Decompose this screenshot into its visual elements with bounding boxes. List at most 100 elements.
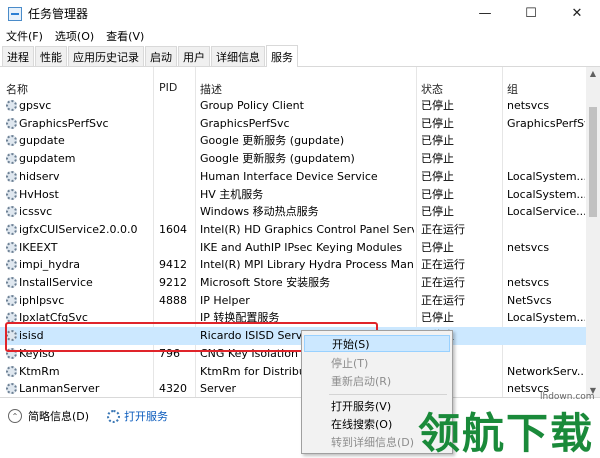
table-row[interactable]: KtmRm KtmRm for Distribute NetworkServ... bbox=[0, 363, 586, 381]
maximize-button[interactable]: ☐ bbox=[508, 0, 554, 27]
service-group: NetSvcs bbox=[507, 293, 552, 307]
service-group bbox=[507, 150, 585, 168]
service-description: Windows 移动热点服务 bbox=[200, 205, 319, 219]
service-name: IpxlatCfgSvc bbox=[19, 311, 88, 325]
tab-startup[interactable]: 启动 bbox=[145, 46, 177, 66]
tab-users[interactable]: 用户 bbox=[178, 46, 210, 66]
service-group: NetworkServ... bbox=[507, 364, 585, 378]
table-row[interactable]: igfxCUIService2.0.0.0 1604 Intel(R) HD Gra… bbox=[0, 221, 586, 239]
service-description: IP Helper bbox=[200, 293, 250, 307]
column-header-description[interactable]: 描述 bbox=[200, 81, 222, 97]
service-pid bbox=[159, 132, 193, 150]
service-description: IKE and AuthIP IPsec Keying Modules bbox=[200, 240, 403, 254]
service-group bbox=[507, 256, 585, 274]
service-description: Google 更新服务 (gupdatem) bbox=[200, 152, 355, 166]
service-status: 正在运行 bbox=[421, 276, 465, 289]
service-name: InstallService bbox=[19, 276, 93, 289]
vertical-scrollbar[interactable]: ▲ ▼ bbox=[586, 67, 600, 397]
service-description: HV 主机服务 bbox=[200, 187, 264, 201]
table-row[interactable]: gupdatem Google 更新服务 (gupdatem) 已停止 bbox=[0, 150, 586, 168]
column-header-pid[interactable]: PID bbox=[159, 81, 177, 94]
chevron-up-icon[interactable]: ⌃ bbox=[8, 409, 22, 423]
column-header-status[interactable]: 状态 bbox=[421, 81, 443, 97]
service-description: IP 转换配置服务 bbox=[200, 311, 280, 325]
context-search-online[interactable]: 在线搜索(O) bbox=[304, 416, 450, 433]
table-row[interactable]: hidserv Human Interface Device Service 已停止… bbox=[0, 168, 586, 186]
service-status: 正在运行 bbox=[421, 293, 465, 307]
open-services-link[interactable]: 打开服务 bbox=[124, 408, 168, 424]
service-gear-icon bbox=[6, 294, 17, 306]
service-name: hidserv bbox=[19, 169, 60, 183]
menu-options[interactable]: 选项(O) bbox=[55, 28, 94, 44]
service-status: 已停止 bbox=[421, 152, 454, 166]
context-stop[interactable]: 停止(T) bbox=[304, 355, 450, 372]
service-pid bbox=[159, 168, 193, 186]
service-pid bbox=[159, 203, 193, 221]
window-controls: — ☐ ✕ bbox=[462, 0, 600, 27]
close-button[interactable]: ✕ bbox=[554, 0, 600, 27]
table-row[interactable]: gpsvc Group Policy Client 已停止 netsvcs bbox=[0, 97, 586, 115]
table-row[interactable]: GraphicsPerfSvc GraphicsPerfSvc 已停止 Graphic… bbox=[0, 115, 586, 133]
service-name: igfxCUIService2.0.0.0 bbox=[19, 222, 138, 236]
task-manager-icon bbox=[8, 6, 22, 21]
service-pid bbox=[159, 363, 193, 381]
column-header-name[interactable]: 名称 bbox=[6, 81, 28, 97]
service-name: GraphicsPerfSvc bbox=[19, 116, 109, 130]
service-group bbox=[507, 221, 585, 239]
service-status: 已停止 bbox=[421, 240, 454, 254]
service-name: KtmRm bbox=[19, 364, 60, 378]
service-group bbox=[507, 345, 585, 363]
service-group: netsvcs bbox=[507, 276, 550, 289]
tab-performance[interactable]: 性能 bbox=[35, 46, 67, 66]
context-start[interactable]: 开始(S) bbox=[304, 335, 450, 352]
scroll-up-icon[interactable]: ▲ bbox=[586, 67, 600, 81]
tab-processes[interactable]: 进程 bbox=[2, 46, 34, 66]
service-group: GraphicsPerfSvc bbox=[507, 116, 585, 130]
service-pid: 796 bbox=[159, 346, 180, 360]
menu-view[interactable]: 查看(V) bbox=[106, 28, 144, 44]
minimize-button[interactable]: — bbox=[462, 0, 508, 27]
table-row[interactable]: impi_hydra 9412 Intel(R) MPI Library Hydra… bbox=[0, 256, 586, 274]
service-description: Intel(R) HD Graphics Control Panel Servi… bbox=[200, 222, 414, 236]
scrollbar-thumb[interactable] bbox=[589, 107, 597, 217]
table-row[interactable]: LanmanServer 4320 Server netsvcs bbox=[0, 380, 586, 397]
service-gear-icon bbox=[6, 277, 17, 288]
tab-services[interactable]: 服务 bbox=[266, 45, 298, 67]
table-row[interactable]: KeyIso 796 CNG Key Isolation bbox=[0, 345, 586, 363]
service-status: 已停止 bbox=[421, 99, 454, 112]
service-gear-icon bbox=[6, 312, 17, 324]
service-name: iphlpsvc bbox=[19, 293, 65, 307]
service-status: 已停止 bbox=[421, 134, 454, 148]
service-name: LanmanServer bbox=[19, 382, 100, 396]
table-row[interactable]: iphlpsvc 4888 IP Helper 正在运行 NetSvcs bbox=[0, 292, 586, 310]
table-row[interactable]: isisdRicardo ISISD Servic已停止 bbox=[0, 327, 586, 345]
service-name: gupdatem bbox=[19, 152, 76, 166]
table-row[interactable]: gupdate Google 更新服务 (gupdate) 已停止 bbox=[0, 132, 586, 150]
service-gear-icon bbox=[6, 153, 17, 165]
table-row[interactable]: IKEEXT IKE and AuthIP IPsec Keying Module… bbox=[0, 239, 586, 257]
fewer-details-button[interactable]: 简略信息(D) bbox=[28, 408, 89, 424]
footer-bar: ⌃ 简略信息(D) 打开服务 bbox=[0, 398, 600, 434]
table-row[interactable]: IpxlatCfgSvc IP 转换配置服务 已停止 LocalSystem... bbox=[0, 309, 586, 327]
service-group: netsvcs bbox=[507, 99, 550, 112]
service-gear-icon bbox=[6, 100, 17, 111]
service-gear-icon bbox=[6, 117, 17, 129]
service-status: 已停止 bbox=[421, 205, 454, 219]
table-row[interactable]: HvHost HV 主机服务 已停止 LocalSystem... bbox=[0, 186, 586, 204]
table-row[interactable]: icssvc Windows 移动热点服务 已停止 LocalService... bbox=[0, 203, 586, 221]
context-open-services[interactable]: 打开服务(V) bbox=[304, 398, 450, 415]
service-pid bbox=[159, 150, 193, 168]
service-group: netsvcs bbox=[507, 382, 550, 396]
menu-file[interactable]: 文件(F) bbox=[6, 28, 43, 44]
tab-details[interactable]: 详细信息 bbox=[211, 46, 265, 66]
service-pid bbox=[159, 309, 193, 327]
column-header-group[interactable]: 组 bbox=[507, 81, 518, 97]
tab-app-history[interactable]: 应用历史记录 bbox=[68, 46, 144, 66]
scroll-down-icon[interactable]: ▼ bbox=[586, 384, 600, 397]
service-status: 已停止 bbox=[421, 116, 454, 130]
service-gear-icon bbox=[6, 365, 17, 377]
table-row[interactable]: InstallService 9212 Microsoft Store 安装服务 正在… bbox=[0, 274, 586, 292]
context-restart[interactable]: 重新启动(R) bbox=[304, 373, 450, 390]
service-pid bbox=[159, 239, 193, 257]
context-go-to-details[interactable]: 转到详细信息(D) bbox=[304, 434, 450, 451]
